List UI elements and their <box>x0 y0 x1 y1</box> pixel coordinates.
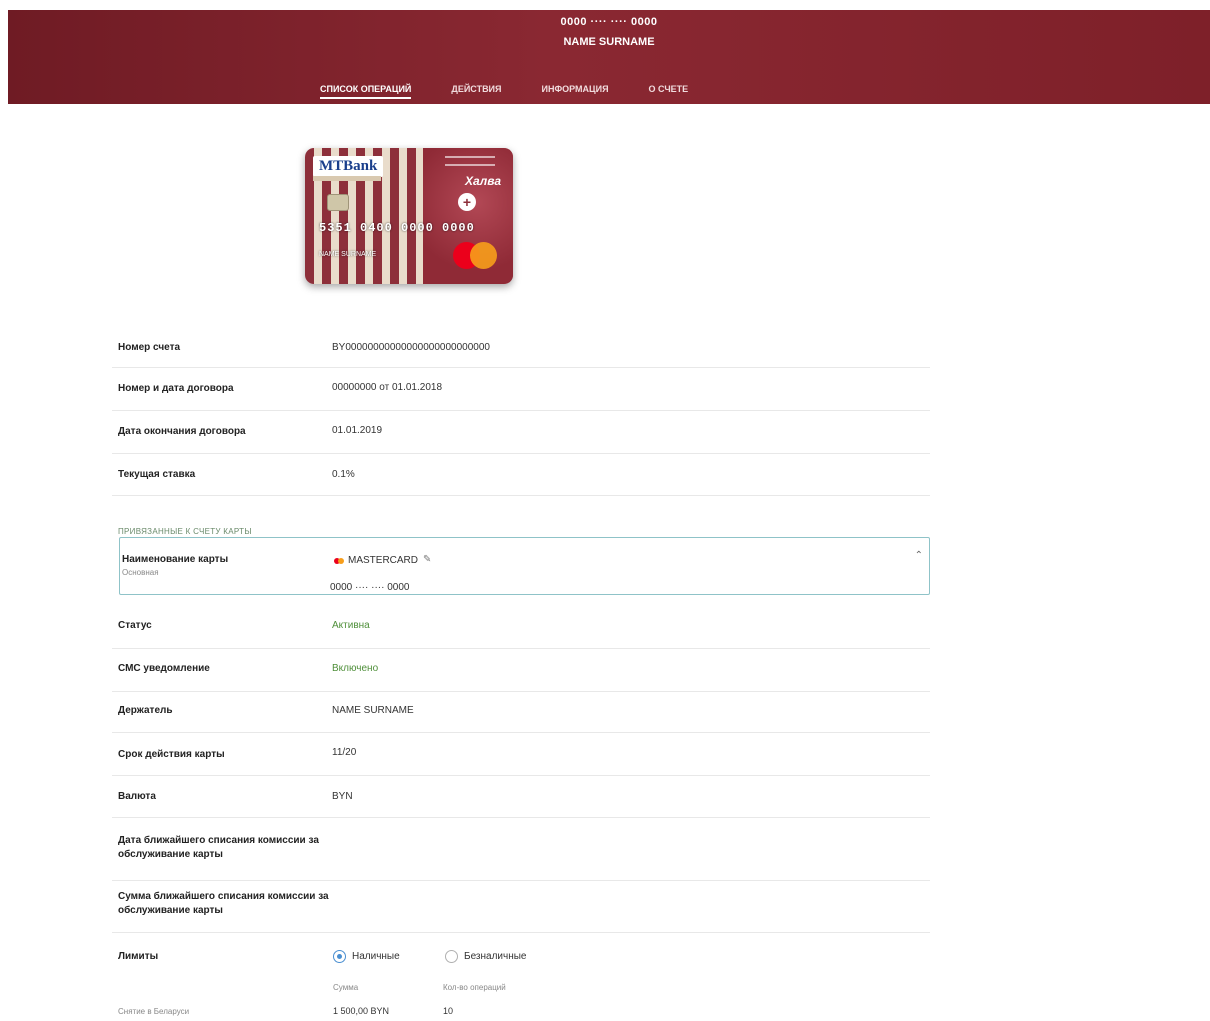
row-value: BYN <box>332 791 353 802</box>
account-row-rate: Текущая ставка 0.1% <box>112 454 930 496</box>
mastercard-logo-icon <box>453 242 497 270</box>
row-label: Номер и дата договора <box>118 383 234 394</box>
row-label: Срок действия карты <box>118 749 225 760</box>
page-header: 0000 ···· ···· 0000 NAME SURNAME список … <box>8 10 1210 104</box>
row-value: 01.01.2019 <box>332 425 383 436</box>
card-chip-icon <box>327 194 349 211</box>
row-value: BY00000000000000000000000000 <box>332 342 490 353</box>
card-row-holder: Держатель NAME SURNAME <box>112 692 930 733</box>
card-select-sublabel: Основная <box>122 568 159 577</box>
row-label: СМС уведомление <box>118 663 210 674</box>
account-row-contract-end: Дата окончания договора 01.01.2019 <box>112 411 930 454</box>
radio-unchecked-icon <box>445 950 458 963</box>
radio-cash-label: Наличные <box>352 951 400 962</box>
limits-label: Лимиты <box>118 951 159 962</box>
bank-logo-subline <box>313 176 381 181</box>
card-image-number: 5351 0400 0000 0000 <box>319 221 475 235</box>
card-brand-name: Халва <box>464 174 501 188</box>
row-label: Держатель <box>118 705 173 716</box>
header-card-number: 0000 ···· ···· 0000 <box>560 16 658 28</box>
header-holder-name: NAME SURNAME <box>563 36 655 48</box>
row-label: Текущая ставка <box>118 469 196 480</box>
card-select-label: Наименование карты <box>122 554 229 565</box>
card-brand-ornament <box>445 156 495 166</box>
card-select-dropdown[interactable]: Наименование карты Основная MASTERCARD ✎… <box>119 537 930 595</box>
row-value: 11/20 <box>332 747 357 758</box>
row-label: Дата ближайшего списания комиссии за обс… <box>118 835 319 860</box>
pencil-icon[interactable]: ✎ <box>423 554 431 565</box>
limits-row-sum: 1 500,00 BYN <box>333 1006 390 1016</box>
radio-cash[interactable]: Наличные <box>333 950 400 963</box>
card-row-fee-date: Дата ближайшего списания комиссии за обс… <box>112 818 930 881</box>
limits-row-count: 10 <box>443 1006 454 1016</box>
plus-icon: + <box>458 193 476 211</box>
row-label: Валюта <box>118 791 156 802</box>
tab-operations[interactable]: список операций <box>320 84 412 99</box>
row-label: Сумма ближайшего списания комиссии за об… <box>118 891 329 916</box>
status-value: Активна <box>332 620 370 631</box>
card-select-type: MASTERCARD <box>348 555 419 566</box>
row-label: Номер счета <box>118 342 181 353</box>
tab-information[interactable]: информация <box>542 84 609 99</box>
bank-logo: MTBank <box>313 156 384 177</box>
limits-col-sum: Сумма <box>333 983 359 992</box>
card-select-number: 0000 ···· ···· 0000 <box>330 582 410 593</box>
mastercard-icon <box>334 558 344 564</box>
row-value: 0.1% <box>332 469 355 480</box>
radio-cashless[interactable]: Безналичные <box>445 950 526 963</box>
limits-col-count: Кол-во операций <box>443 983 506 992</box>
card-row-expiry: Срок действия карты 11/20 <box>112 733 930 776</box>
radio-cashless-label: Безналичные <box>464 951 527 962</box>
card-image-holder: NAME SURNAME <box>319 251 377 258</box>
tab-about-account[interactable]: о счете <box>649 84 689 99</box>
card-row-currency: Валюта BYN <box>112 776 930 818</box>
section-title-linked-cards: привязанные к счету карты <box>118 527 252 536</box>
row-label: Дата окончания договора <box>118 426 246 437</box>
row-value: NAME SURNAME <box>332 705 414 716</box>
account-row-contract: Номер и дата договора 00000000 от 01.01.… <box>112 368 930 411</box>
account-row-number: Номер счета BY00000000000000000000000000 <box>112 333 930 368</box>
row-label: Статус <box>118 620 152 631</box>
card-row-sms: СМС уведомление Включено <box>112 649 930 692</box>
limits-row-label: Снятие в Беларуси <box>118 1007 190 1016</box>
chevron-up-icon[interactable]: ⌃ <box>915 550 923 561</box>
sms-value: Включено <box>332 663 379 674</box>
row-value: 00000000 от 01.01.2018 <box>332 382 443 393</box>
radio-checked-icon <box>333 950 346 963</box>
tab-actions[interactable]: действия <box>451 84 501 99</box>
card-row-fee-sum: Сумма ближайшего списания комиссии за об… <box>112 881 930 933</box>
tab-bar: список операций действия информация о сч… <box>308 84 728 99</box>
card-row-status: Статус Активна <box>112 607 930 649</box>
bank-card-image: MTBank Халва + 5351 0400 0000 0000 NAME … <box>305 148 513 284</box>
